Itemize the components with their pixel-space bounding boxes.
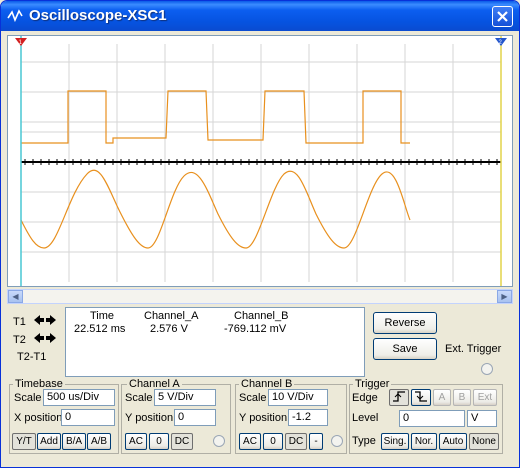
- ext-trigger-label: Ext. Trigger: [445, 343, 502, 355]
- channel-a-scale-label: Scale: [125, 392, 153, 404]
- trigger-level-unit-field[interactable]: V: [467, 410, 497, 427]
- trigger-source-a-button[interactable]: A: [433, 389, 451, 406]
- horizontal-scrollbar[interactable]: ◀ ▶: [7, 289, 513, 304]
- window-title: Oscilloscope-XSC1: [29, 7, 167, 24]
- channel-b-scale-label: Scale: [239, 392, 267, 404]
- trigger-normal-button[interactable]: Nor.: [411, 433, 437, 450]
- trigger-source-ext-button[interactable]: Ext: [473, 389, 497, 406]
- timebase-scale-field[interactable]: 500 us/Div: [43, 389, 115, 406]
- channel-a-ac-button[interactable]: AC: [125, 433, 147, 450]
- channel-b-invert-button[interactable]: -: [309, 433, 323, 450]
- channel-b-trace: [20, 169, 411, 249]
- trigger-none-button[interactable]: None: [469, 433, 499, 450]
- measurement-readout: Time Channel_A Channel_B 22.512 ms 2.576…: [65, 307, 365, 377]
- trigger-single-button[interactable]: Sing.: [381, 433, 409, 450]
- trigger-title: Trigger: [353, 378, 392, 390]
- channel-a-terminal[interactable]: [213, 435, 225, 447]
- scope-display[interactable]: 1 2: [7, 35, 513, 287]
- trigger-type-label: Type: [352, 435, 376, 447]
- t1-label: T1: [13, 316, 26, 328]
- t1-time-value: 22.512 ms: [74, 323, 126, 335]
- save-button[interactable]: Save: [373, 338, 437, 360]
- mode-ab-button[interactable]: A/B: [87, 433, 111, 450]
- t1-channel-b-value: -769.112 mV: [224, 323, 287, 335]
- channel-b-header: Channel_B: [234, 310, 289, 322]
- channel-a-scale-field[interactable]: 5 V/Div: [154, 389, 216, 406]
- x-position-label: X position: [14, 412, 63, 424]
- timebase-scale-label: Scale: [14, 392, 42, 404]
- trigger-level-label: Level: [352, 412, 379, 424]
- channel-b-dc-button[interactable]: DC: [285, 433, 307, 450]
- rising-edge-button[interactable]: [389, 389, 409, 406]
- channel-b-zero-button[interactable]: 0: [263, 433, 283, 450]
- trigger-level-field[interactable]: 0: [399, 410, 465, 427]
- close-button[interactable]: [492, 6, 513, 27]
- t1-channel-a-value: 2.576 V: [150, 323, 188, 335]
- trigger-edge-label: Edge: [352, 392, 378, 404]
- channel-a-header: Channel_A: [144, 310, 199, 322]
- time-header: Time: [90, 310, 115, 322]
- close-icon: [497, 11, 508, 22]
- falling-edge-button[interactable]: [411, 389, 431, 406]
- falling-edge-icon: [415, 391, 427, 402]
- t2-right-arrow-icon[interactable]: [45, 332, 57, 344]
- mode-yt-button[interactable]: Y/T: [12, 433, 36, 450]
- channel-a-trace: [21, 90, 410, 144]
- trigger-source-b-button[interactable]: B: [453, 389, 471, 406]
- ext-trigger-terminal[interactable]: [481, 363, 493, 375]
- channel-b-ypos-field[interactable]: -1.2: [288, 409, 328, 426]
- t2-left-arrow-icon[interactable]: [33, 332, 45, 344]
- channel-a-zero-button[interactable]: 0: [149, 433, 169, 450]
- t2-t1-label: T2-T1: [17, 351, 47, 363]
- channel-b-ypos-label: Y position: [239, 412, 288, 424]
- channel-b-terminal[interactable]: [331, 435, 343, 447]
- oscilloscope-icon: [7, 9, 23, 23]
- t1-left-arrow-icon[interactable]: [33, 314, 45, 326]
- x-position-field[interactable]: 0: [61, 409, 115, 426]
- scroll-left-arrow-icon[interactable]: ◀: [8, 290, 23, 303]
- channel-a-dc-button[interactable]: DC: [171, 433, 193, 450]
- channel-b-scale-field[interactable]: 10 V/Div: [268, 389, 328, 406]
- channel-a-ypos-field[interactable]: 0: [174, 409, 216, 426]
- t1-right-arrow-icon[interactable]: [45, 314, 57, 326]
- reverse-button[interactable]: Reverse: [373, 312, 437, 334]
- mode-add-button[interactable]: Add: [37, 433, 61, 450]
- mode-ba-button[interactable]: B/A: [62, 433, 86, 450]
- oscilloscope-window: Oscilloscope-XSC1 1 2 ◀ ▶ T1 T2 T2-T1 Ti…: [0, 0, 520, 468]
- rising-edge-icon: [393, 391, 405, 402]
- scroll-right-arrow-icon[interactable]: ▶: [497, 290, 512, 303]
- title-bar[interactable]: Oscilloscope-XSC1: [1, 1, 519, 31]
- channel-b-ac-button[interactable]: AC: [239, 433, 261, 450]
- channel-a-ypos-label: Y position: [125, 412, 174, 424]
- trigger-auto-button[interactable]: Auto: [439, 433, 467, 450]
- t2-label: T2: [13, 334, 26, 346]
